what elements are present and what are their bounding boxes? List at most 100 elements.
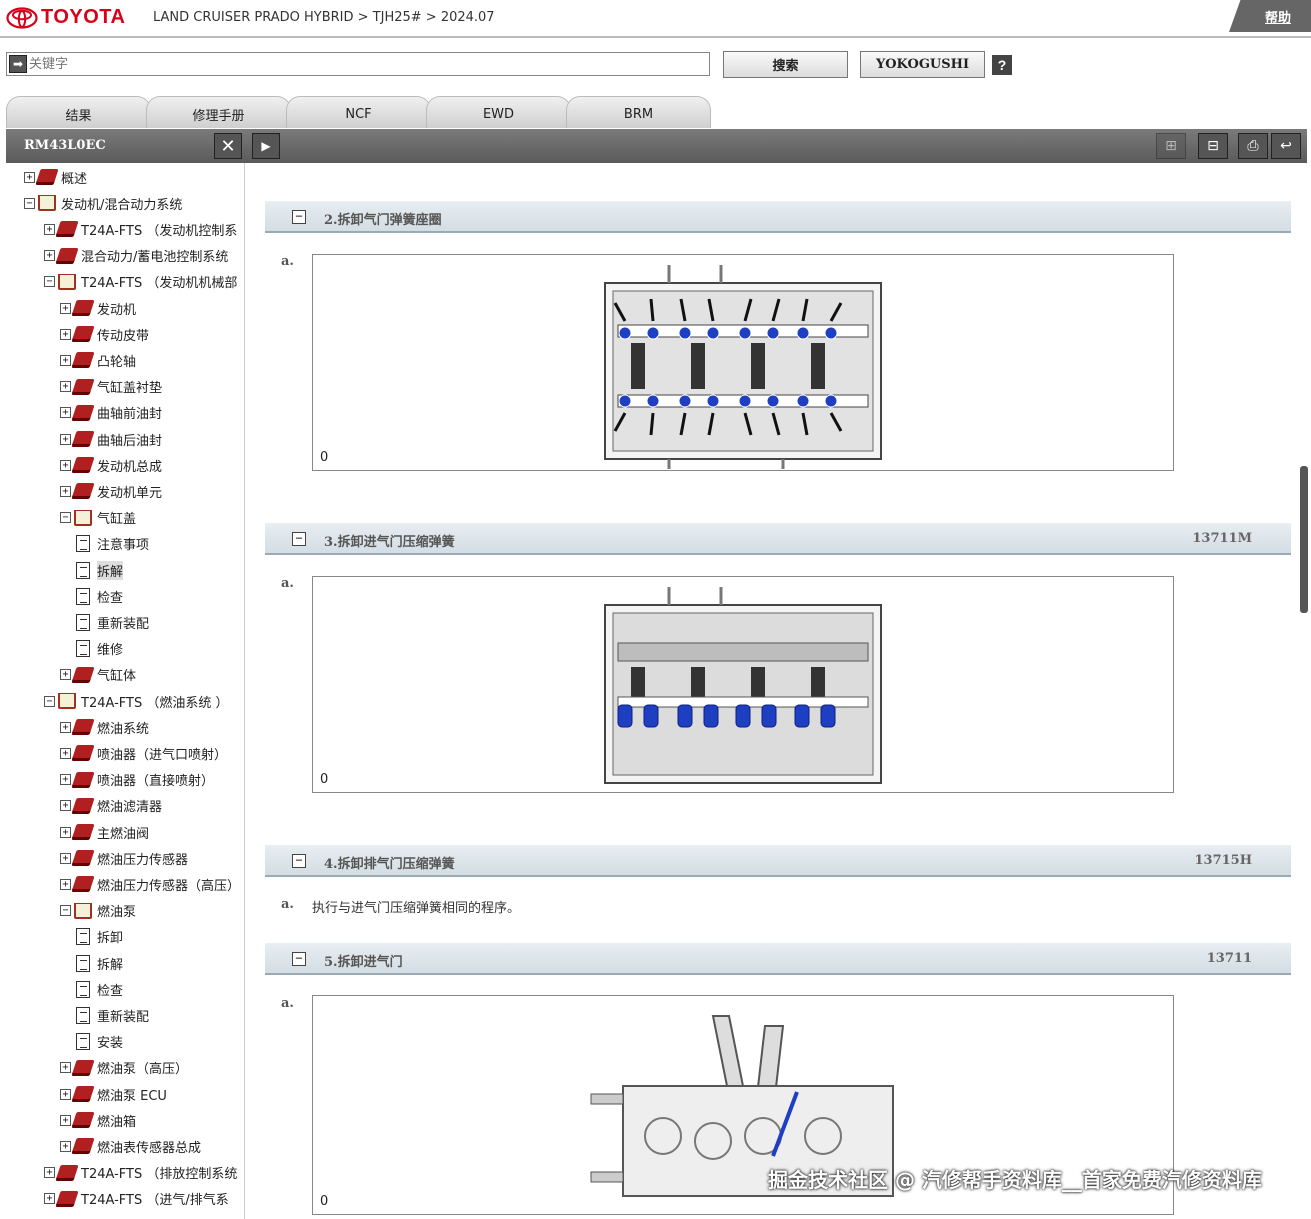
tree-node-label[interactable]: 维修 — [97, 639, 123, 658]
tree-node[interactable]: + 气缸体 — [60, 664, 136, 686]
tree-node[interactable]: + 燃油滤清器 — [60, 795, 162, 817]
expand-icon[interactable]: + — [60, 459, 71, 471]
expand-icon[interactable]: + — [60, 826, 71, 838]
tree-node[interactable]: 安装 — [76, 1031, 123, 1053]
section-header-4[interactable]: − 4.拆卸排气门压缩弹簧 13715H — [265, 845, 1291, 877]
tree-node-label[interactable]: 发动机 — [97, 299, 136, 318]
expand-icon[interactable]: + — [60, 774, 71, 786]
tree-node-label[interactable]: 主燃油阀 — [97, 823, 149, 842]
tree-node[interactable]: + 曲轴后油封 — [60, 428, 162, 450]
expand-icon[interactable]: + — [60, 1062, 71, 1074]
tree-node[interactable]: + 燃油表传感器总成 — [60, 1135, 201, 1157]
tree-node-label[interactable]: 安装 — [97, 1032, 123, 1051]
tree-node[interactable]: 检查 — [76, 585, 123, 607]
tab-ewd[interactable]: EWD — [426, 96, 571, 128]
tree-node-label[interactable]: T24A-FTS （发动机控制系 — [81, 220, 237, 239]
tree-node[interactable]: + 混合动力/蓄电池控制系统 — [44, 245, 228, 267]
yokogushi-button[interactable]: YOKOGUSHI — [860, 51, 985, 78]
tree-node[interactable]: + 发动机总成 — [60, 454, 162, 476]
next-icon[interactable]: ▶ — [252, 133, 280, 159]
expand-icon[interactable]: + — [24, 171, 35, 183]
collapse-icon[interactable]: − — [292, 532, 306, 546]
tree-node[interactable]: + 燃油压力传感器 — [60, 847, 188, 869]
tree-node-label[interactable]: 混合动力/蓄电池控制系统 — [81, 246, 228, 265]
tree-node[interactable]: + 燃油压力传感器（高压） — [60, 873, 240, 895]
expand-icon[interactable]: + — [44, 1193, 55, 1205]
tree-node-label[interactable]: 燃油滤清器 — [97, 796, 162, 815]
expand-icon[interactable]: + — [60, 354, 71, 366]
tree-node-label[interactable]: T24A-FTS （燃油系统 ） — [81, 692, 229, 711]
tree-node-label[interactable]: 燃油压力传感器（高压） — [97, 875, 240, 894]
tree-node-label[interactable]: 检查 — [97, 587, 123, 606]
expand-icon[interactable]: + — [60, 328, 71, 340]
tree-node-label[interactable]: 重新装配 — [97, 613, 149, 632]
section-header-2[interactable]: − 2.拆卸气门弹簧座圈 — [265, 201, 1291, 233]
expand-icon[interactable]: + — [60, 878, 71, 890]
return-icon[interactable]: ↩ — [1271, 133, 1301, 159]
expand-icon[interactable]: + — [44, 223, 55, 235]
tree-node[interactable]: − T24A-FTS （燃油系统 ） — [44, 690, 229, 712]
tree-node[interactable]: 重新装配 — [76, 611, 149, 633]
tree-node[interactable]: 重新装配 — [76, 1004, 149, 1026]
tree-node-label[interactable]: 拆卸 — [97, 927, 123, 946]
tree-node-label[interactable]: 拆解 — [97, 954, 123, 973]
collapse-icon[interactable]: − — [44, 695, 55, 707]
tree-node[interactable]: + 燃油箱 — [60, 1109, 136, 1131]
tree-node[interactable]: + 传动皮带 — [60, 323, 149, 345]
expand-icon[interactable]: + — [60, 800, 71, 812]
tree-node-label[interactable]: 曲轴后油封 — [97, 430, 162, 449]
tree-node[interactable]: 检查 — [76, 978, 123, 1000]
collapse-icon[interactable]: − — [24, 197, 35, 209]
tree-node-label[interactable]: 气缸体 — [97, 665, 136, 684]
expand-icon[interactable]: + — [60, 302, 71, 314]
tree-node[interactable]: + 燃油系统 — [60, 716, 149, 738]
expand-icon[interactable]: + — [60, 1114, 71, 1126]
tree-node[interactable]: − 气缸盖 — [60, 507, 136, 529]
tree-node-label[interactable]: T24A-FTS （发动机机械部 — [81, 272, 237, 291]
tree-node[interactable]: + 主燃油阀 — [60, 821, 149, 843]
tree-node[interactable]: + 喷油器（进气口喷射） — [60, 742, 227, 764]
tree-node[interactable]: + 发动机单元 — [60, 480, 162, 502]
collapse-all-icon[interactable]: ⊟ — [1198, 133, 1228, 159]
collapse-icon[interactable]: − — [292, 952, 306, 966]
expand-icon[interactable]: + — [60, 1140, 71, 1152]
tree-node[interactable]: + T24A-FTS （排放控制系统 — [44, 1162, 237, 1184]
tree-node-label[interactable]: 燃油箱 — [97, 1111, 136, 1130]
tree-node[interactable]: + 燃油泵 ECU — [60, 1083, 167, 1105]
tree-node-label[interactable]: 燃油系统 — [97, 718, 149, 737]
collapse-icon[interactable]: − — [292, 210, 306, 224]
tree-node-label[interactable]: 拆解 — [97, 560, 124, 580]
collapse-icon[interactable]: − — [292, 854, 306, 868]
tree-node-label[interactable]: 发动机单元 — [97, 482, 162, 501]
search-input[interactable] — [29, 54, 705, 74]
expand-icon[interactable]: + — [60, 1088, 71, 1100]
tree-node[interactable]: + 曲轴前油封 — [60, 402, 162, 424]
tree-node-label[interactable]: 气缸盖衬垫 — [97, 377, 162, 396]
tree-node-label[interactable]: 燃油压力传感器 — [97, 849, 188, 868]
tree-node-label[interactable]: 重新装配 — [97, 1006, 149, 1025]
tab-brm[interactable]: BRM — [566, 96, 711, 128]
print-icon[interactable]: ⎙ — [1238, 133, 1268, 159]
expand-icon[interactable]: + — [60, 852, 71, 864]
tree-node[interactable]: + T24A-FTS （发动机控制系 — [44, 218, 237, 240]
tree-node[interactable]: 拆解 — [76, 952, 123, 974]
collapse-icon[interactable]: − — [44, 276, 55, 288]
section-header-3[interactable]: − 3.拆卸进气门压缩弹簧 13711M — [265, 523, 1291, 555]
expand-all-icon[interactable]: ⊞ — [1156, 133, 1186, 159]
tree-node[interactable]: + 发动机 — [60, 297, 136, 319]
tree-node-label[interactable]: T24A-FTS （排放控制系统 — [81, 1163, 237, 1182]
tree-node[interactable]: + 凸轮轴 — [60, 349, 136, 371]
tree-node[interactable]: − 发动机/混合动力系统 — [24, 192, 182, 214]
expand-icon[interactable]: + — [60, 669, 71, 681]
tree-node[interactable]: 拆卸 — [76, 926, 123, 948]
tree-node[interactable]: + 燃油泵（高压） — [60, 1057, 188, 1079]
help-question-button[interactable]: ? — [992, 55, 1012, 75]
help-link[interactable]: 帮助 — [1265, 7, 1291, 26]
tab-repair-manual[interactable]: 修理手册 — [146, 96, 291, 128]
tree-node[interactable]: 拆解 — [76, 559, 124, 581]
expand-icon[interactable]: + — [60, 747, 71, 759]
tree-node-label[interactable]: 注意事项 — [97, 534, 149, 553]
expand-icon[interactable]: + — [60, 721, 71, 733]
tree-node-label[interactable]: 发动机总成 — [97, 456, 162, 475]
tree-node-label[interactable]: 凸轮轴 — [97, 351, 136, 370]
